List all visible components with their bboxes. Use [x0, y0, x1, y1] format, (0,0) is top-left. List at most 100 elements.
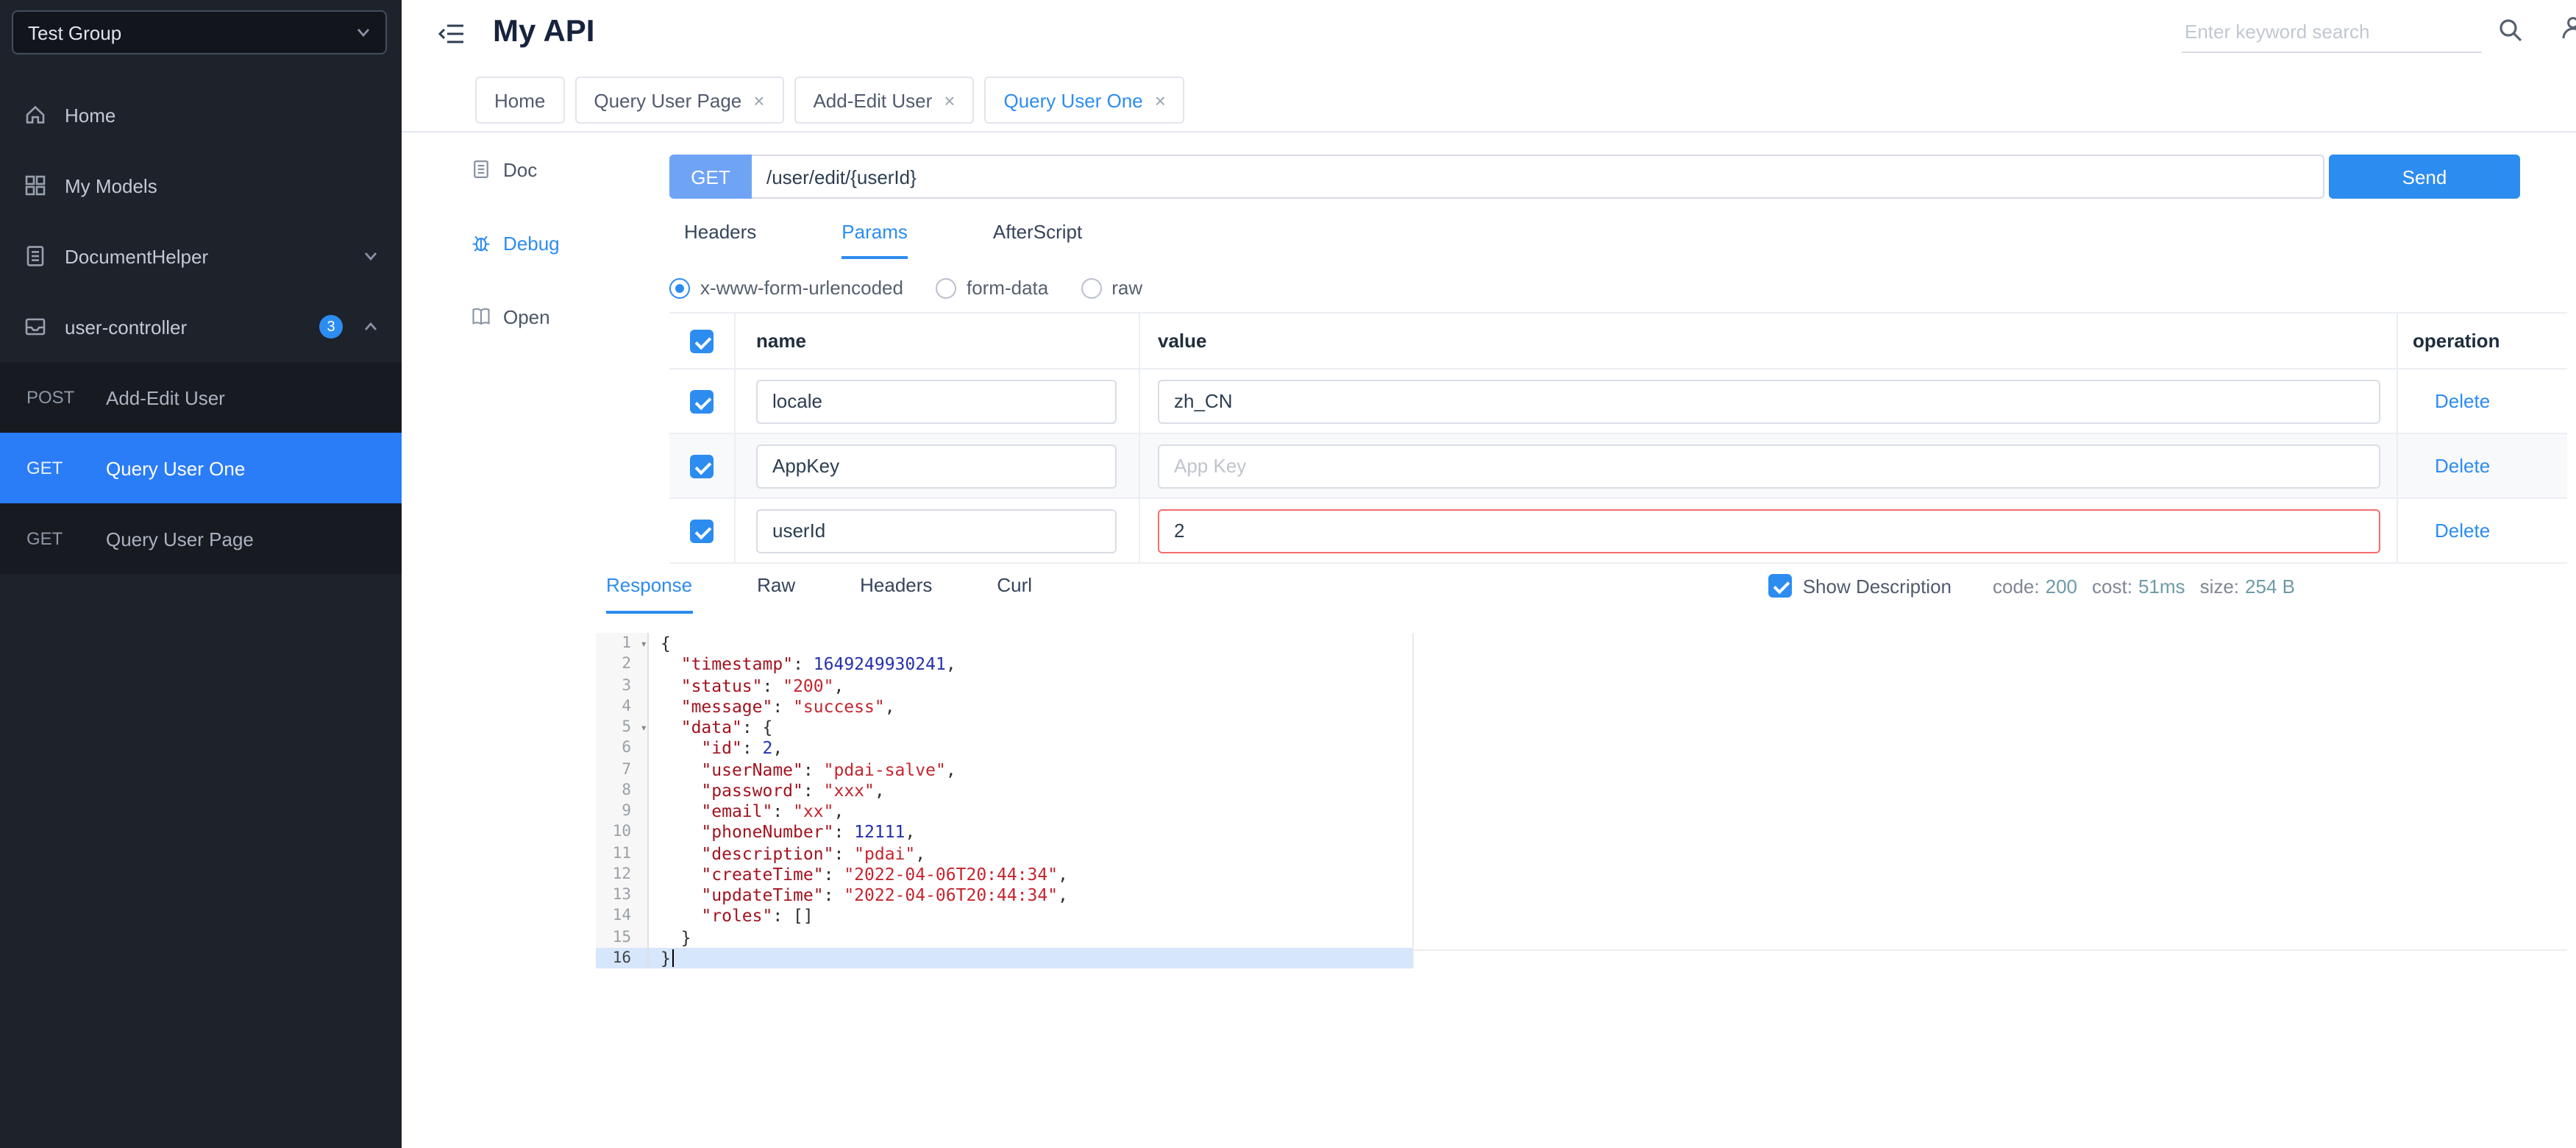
- tab-query-user-page[interactable]: Query User Page ×: [574, 77, 784, 124]
- view-rail: Doc Debug Open: [402, 132, 590, 1148]
- text-cursor: [672, 949, 674, 967]
- request-bar: GET Send: [669, 155, 2520, 199]
- gutter-line: 14: [612, 907, 631, 925]
- gutter-line: 11: [612, 844, 631, 862]
- response-tab-curl[interactable]: Curl: [997, 574, 1032, 614]
- tab-home[interactable]: Home: [475, 77, 565, 124]
- sidebar-item-user-controller[interactable]: user-controller 3: [0, 291, 402, 362]
- code-line: "email": "xx",: [701, 801, 844, 821]
- sidebar-item-label: user-controller: [65, 316, 188, 338]
- code-line: "userName": "pdai-salve",: [701, 759, 956, 779]
- sidebar-nav: Home My Models DocumentHelper user-contr…: [0, 79, 402, 574]
- param-name-input[interactable]: [756, 509, 1117, 553]
- tab-query-user-one[interactable]: Query User One ×: [984, 77, 1185, 124]
- sidebar-item-label: Home: [65, 104, 116, 126]
- search-icon[interactable]: [2498, 18, 2523, 43]
- response-tab-headers[interactable]: Headers: [860, 574, 932, 614]
- code-line: "createTime": "2022-04-06T20:44:34",: [701, 863, 1068, 885]
- param-row-cell: [1140, 499, 2398, 564]
- fold-arrow-icon[interactable]: ▾: [640, 634, 647, 656]
- badge-count: 3: [319, 315, 343, 339]
- gutter-line: 16: [596, 947, 647, 968]
- collapse-sidebar-icon[interactable]: [437, 21, 466, 47]
- gutter-line: 7: [622, 760, 631, 778]
- sidebar-item-document-helper[interactable]: DocumentHelper: [0, 221, 402, 291]
- sidebar: Test Group Home My Models DocumentHelper…: [0, 0, 402, 1148]
- row-checkbox[interactable]: [690, 454, 714, 478]
- param-row-cell: [1140, 434, 2398, 499]
- param-row-cell: [669, 434, 736, 499]
- delete-link[interactable]: Delete: [2435, 390, 2490, 412]
- body-type-option-form-data[interactable]: form-data: [935, 277, 1048, 299]
- request-tab-headers[interactable]: Headers: [684, 221, 756, 259]
- rail-item-doc[interactable]: Doc: [402, 132, 588, 206]
- editor-code[interactable]: { "timestamp": 1649249930241, "status": …: [649, 633, 1412, 968]
- radio-icon[interactable]: [669, 277, 690, 298]
- chevron-down-icon: [364, 252, 377, 261]
- user-avatar-icon[interactable]: [2560, 15, 2576, 41]
- param-row-cell: [669, 499, 736, 564]
- gutter-line: 4: [622, 697, 631, 715]
- row-checkbox[interactable]: [690, 389, 714, 413]
- response-tab-response[interactable]: Response: [606, 574, 693, 614]
- tab-close-icon[interactable]: ×: [944, 89, 955, 111]
- param-value-input[interactable]: [1158, 444, 2380, 488]
- params-table: name value operation Delete: [669, 312, 2567, 564]
- group-select[interactable]: Test Group: [12, 10, 387, 54]
- api-sub-list: POST Add-Edit User GET Query User One GE…: [0, 362, 402, 574]
- gutter-line: 9: [622, 802, 631, 820]
- body-type-option-raw[interactable]: raw: [1081, 277, 1142, 299]
- method-label: POST: [26, 387, 75, 408]
- tab-close-icon[interactable]: ×: [753, 89, 764, 111]
- tab-add-edit-user[interactable]: Add-Edit User ×: [794, 77, 975, 124]
- select-all-checkbox[interactable]: [690, 329, 714, 352]
- api-item-query-user-one[interactable]: GET Query User One: [0, 433, 402, 503]
- response-tab-raw[interactable]: Raw: [757, 574, 795, 614]
- bug-icon: [472, 235, 490, 252]
- tab-close-icon[interactable]: ×: [1155, 89, 1166, 111]
- editor-gutter: 1 ▾ 2 3 4 5 ▾ 6 7 8 9 10 11 12 13 14 15 16: [596, 633, 649, 968]
- code-line: "updateTime": "2022-04-06T20:44:34",: [701, 885, 1068, 905]
- row-checkbox[interactable]: [690, 519, 714, 542]
- response-header-row: Response Raw Headers Curl Show Descripti…: [606, 574, 2576, 627]
- param-name-input[interactable]: [756, 444, 1117, 488]
- delete-link[interactable]: Delete: [2435, 520, 2490, 542]
- request-tabs: Headers Params AfterScript: [684, 221, 1167, 259]
- show-description-label: Show Description: [1802, 575, 1951, 597]
- param-row-cell: Delete: [2398, 434, 2567, 499]
- param-value-input[interactable]: [1158, 379, 2380, 423]
- tab-label: Query User Page: [594, 89, 742, 111]
- body-type-options: x-www-form-urlencoded form-data raw: [669, 277, 1175, 299]
- radio-icon[interactable]: [1081, 277, 1102, 298]
- body-type-label: raw: [1111, 277, 1143, 299]
- doc-icon: [474, 160, 488, 178]
- sidebar-item-my-models[interactable]: My Models: [0, 150, 402, 221]
- rail-item-debug[interactable]: Debug: [402, 206, 588, 280]
- url-input[interactable]: [752, 155, 2324, 199]
- radio-icon[interactable]: [935, 277, 956, 298]
- response-size: 254 B: [2245, 575, 2295, 597]
- main-panel: GET Send Headers Params AfterScript x-ww…: [588, 132, 2576, 1148]
- method-button[interactable]: GET: [669, 155, 752, 199]
- request-tab-params[interactable]: Params: [842, 221, 908, 259]
- header: My API: [402, 0, 2576, 71]
- api-item-add-edit-user[interactable]: POST Add-Edit User: [0, 362, 402, 433]
- show-description-checkbox[interactable]: [1768, 574, 1793, 598]
- models-icon: [25, 175, 46, 196]
- code-line: "data": {: [680, 717, 773, 737]
- param-row-cell: [736, 434, 1140, 499]
- response-editor[interactable]: 1 ▾ 2 3 4 5 ▾ 6 7 8 9 10 11 12 13 14 15 16 { "timestamp":…: [596, 633, 1412, 968]
- search-input[interactable]: [2182, 10, 2482, 53]
- param-name-input[interactable]: [756, 379, 1117, 423]
- api-item-query-user-page[interactable]: GET Query User Page: [0, 503, 402, 574]
- request-tab-afterscript[interactable]: AfterScript: [993, 221, 1082, 259]
- delete-link[interactable]: Delete: [2435, 455, 2490, 477]
- sidebar-item-label: My Models: [65, 174, 157, 196]
- sidebar-item-home[interactable]: Home: [0, 79, 402, 150]
- rail-item-open[interactable]: Open: [402, 280, 588, 353]
- method-label: GET: [26, 528, 63, 549]
- body-type-option-urlencoded[interactable]: x-www-form-urlencoded: [669, 277, 903, 299]
- param-value-input[interactable]: [1158, 509, 2380, 553]
- fold-arrow-icon[interactable]: ▾: [640, 718, 647, 740]
- send-button[interactable]: Send: [2329, 155, 2520, 199]
